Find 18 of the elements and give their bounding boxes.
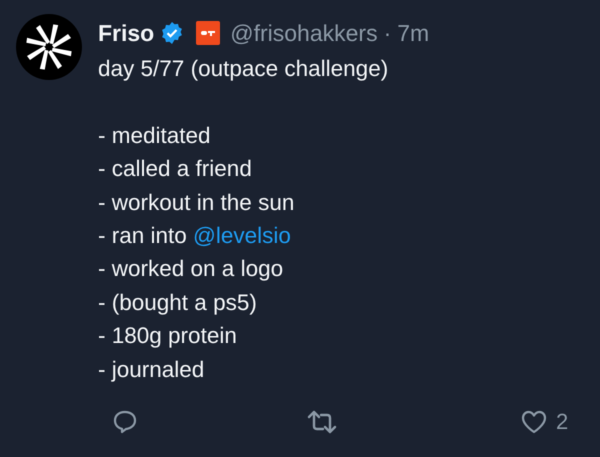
- post-text-line: - (bought a ps5): [98, 288, 258, 317]
- post-text-line: - journaled: [98, 356, 206, 384]
- like-button[interactable]: 2: [520, 409, 568, 436]
- post-text-line: day 5/77 (outpace challenge): [98, 55, 390, 83]
- post-text-line: - meditated: [98, 122, 212, 150]
- post-text-line: - ran into: [98, 223, 188, 248]
- post-text-line: - 180g protein: [98, 322, 238, 350]
- post-text-line: - worked on a logo: [98, 255, 284, 284]
- post-text-line: - called a friend: [98, 155, 253, 184]
- separator-dot: ·: [384, 20, 392, 46]
- avatar: [16, 14, 82, 80]
- affiliate-badge-icon: [196, 21, 220, 45]
- author-name[interactable]: Friso: [98, 20, 154, 46]
- post-time[interactable]: 7m: [397, 20, 430, 46]
- mention-link[interactable]: @levelsio: [193, 223, 291, 248]
- post-text-line: - workout in the sun: [98, 188, 296, 217]
- author-handle[interactable]: @frisohakkers: [230, 20, 378, 46]
- heart-icon: [520, 409, 548, 436]
